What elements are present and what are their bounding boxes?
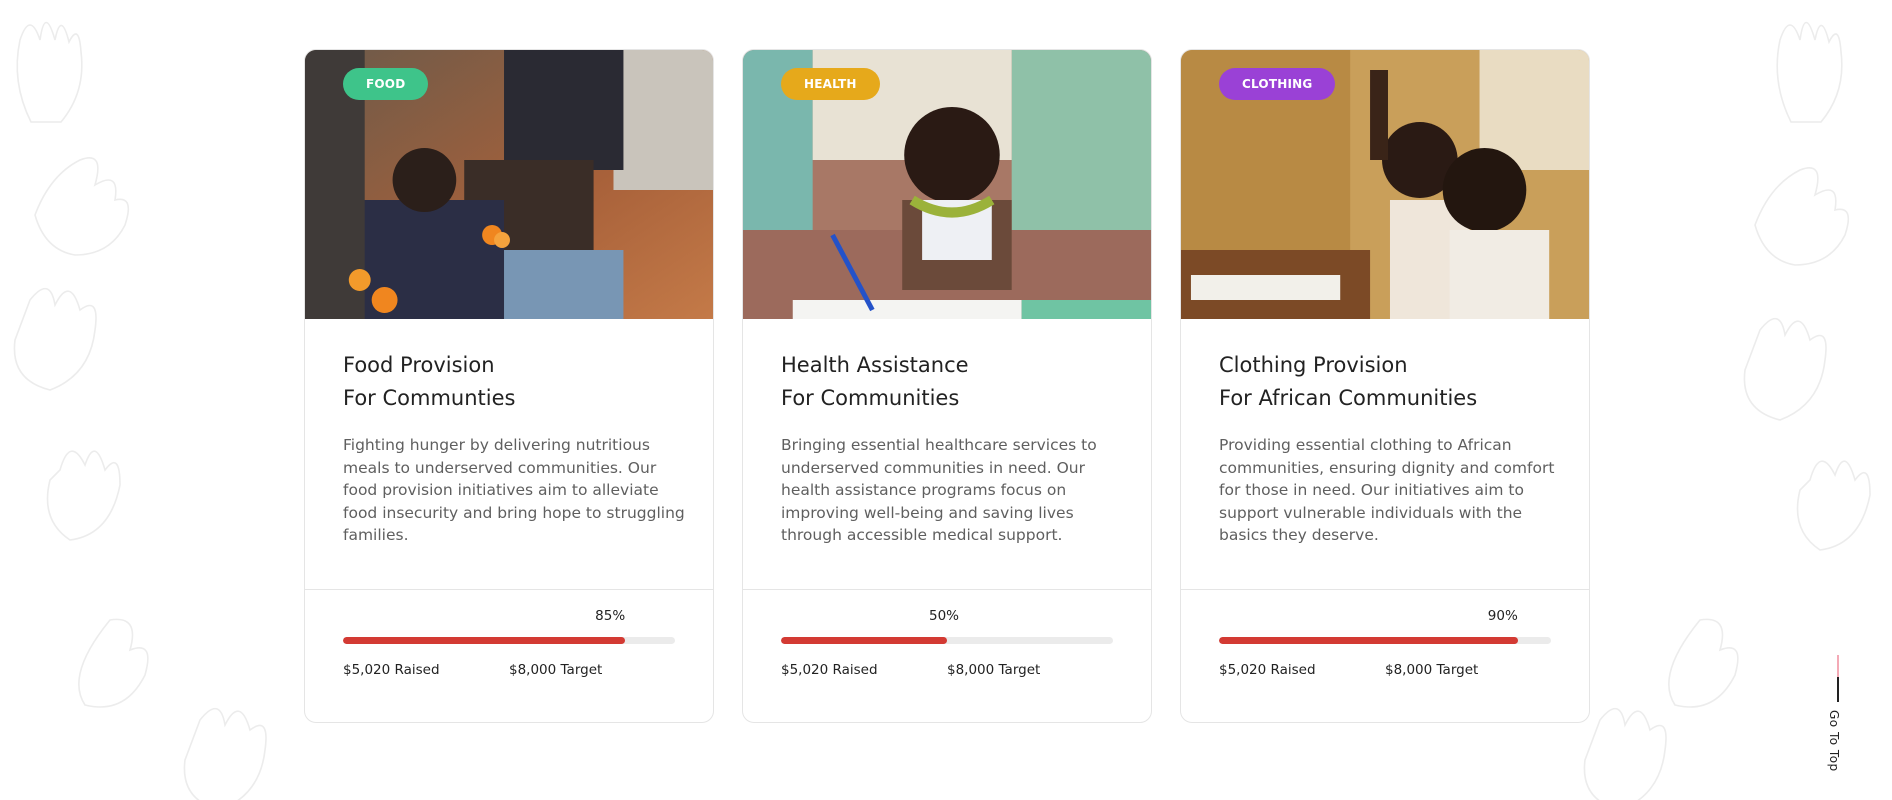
card-title-line1: Food Provision (343, 353, 495, 377)
card-body: Food Provision For Communties Fighting h… (305, 319, 713, 589)
cause-card-health[interactable]: HEALTH Health Assistance For Communities… (742, 49, 1152, 723)
category-badge: HEALTH (781, 68, 880, 100)
cause-card-food[interactable]: FOOD Food Provision For Communties Fight… (304, 49, 714, 723)
card-title-line2: For Communties (343, 386, 516, 410)
card-footer: 85% $5,020 Raised $8,000 Target (305, 589, 713, 722)
progress-fill (1219, 637, 1518, 644)
go-top-indicator[interactable] (1837, 655, 1839, 702)
progress-percent: 90% (1487, 608, 1518, 624)
progress-percent: 50% (928, 608, 959, 624)
target-amount: $8,000 Target (509, 662, 603, 678)
card-body: Clothing Provision For African Communiti… (1181, 319, 1589, 589)
card-title-line1: Health Assistance (781, 353, 969, 377)
card-image[interactable]: CLOTHING (1181, 50, 1589, 319)
card-title[interactable]: Food Provision For Communties (343, 349, 675, 415)
go-top-line-dark (1837, 677, 1839, 702)
progress-percent: 85% (595, 608, 626, 624)
card-description: Bringing essential healthcare services t… (781, 436, 1097, 544)
progress-fill (343, 637, 626, 644)
cause-card-clothing[interactable]: CLOTHING Clothing Provision For African … (1180, 49, 1590, 723)
card-title-line2: For Communities (781, 386, 960, 410)
raised-amount: $5,020 Raised (781, 662, 878, 678)
funding-row: $5,020 Raised $8,000 Target (1219, 662, 1478, 678)
card-body: Health Assistance For Communities Bringi… (743, 319, 1151, 589)
card-description: Providing essential clothing to African … (1219, 436, 1555, 544)
card-image[interactable]: FOOD (305, 50, 713, 319)
go-top-line-pink (1837, 655, 1839, 677)
card-title[interactable]: Health Assistance For Communities (781, 349, 1113, 415)
card-image[interactable]: HEALTH (743, 50, 1151, 319)
funding-row: $5,020 Raised $8,000 Target (343, 662, 602, 678)
progress-fill (781, 637, 947, 644)
card-title[interactable]: Clothing Provision For African Communiti… (1219, 349, 1551, 415)
raised-amount: $5,020 Raised (1219, 662, 1316, 678)
target-amount: $8,000 Target (1385, 662, 1479, 678)
progress-bar (1219, 637, 1551, 644)
target-amount: $8,000 Target (947, 662, 1041, 678)
category-badge: FOOD (343, 68, 429, 100)
card-description: Fighting hunger by delivering nutritious… (343, 436, 685, 544)
card-title-line2: For African Communities (1219, 386, 1478, 410)
progress-bar (781, 637, 1113, 644)
progress-bar (343, 637, 675, 644)
go-to-top-link[interactable]: Go To Top (1827, 710, 1841, 772)
card-footer: 90% $5,020 Raised $8,000 Target (1181, 589, 1589, 722)
funding-row: $5,020 Raised $8,000 Target (781, 662, 1040, 678)
raised-amount: $5,020 Raised (343, 662, 440, 678)
cause-cards: FOOD Food Provision For Communties Fight… (304, 49, 1590, 723)
card-title-line1: Clothing Provision (1219, 353, 1408, 377)
card-footer: 50% $5,020 Raised $8,000 Target (743, 589, 1151, 722)
category-badge: CLOTHING (1219, 68, 1336, 100)
